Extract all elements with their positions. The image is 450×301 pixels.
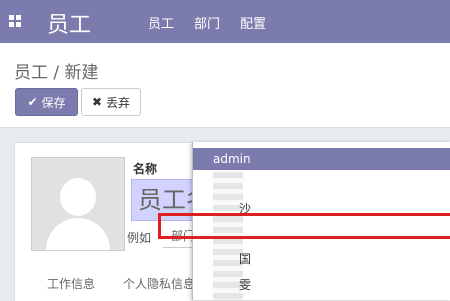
avatar-head-shape: [60, 178, 96, 216]
employee-avatar[interactable]: [31, 157, 125, 251]
menu-configuration[interactable]: 配置: [240, 13, 266, 32]
tab-work-info[interactable]: 工作信息: [47, 275, 95, 292]
discard-label: 丢弃: [106, 95, 131, 110]
tab-private-info[interactable]: 个人隐私信息: [123, 275, 195, 292]
name-label: 名称: [133, 162, 158, 176]
highlight-annotation-box: [158, 213, 450, 239]
save-label: 保存: [41, 95, 66, 110]
save-button[interactable]: ✔ 保存: [15, 88, 78, 116]
apps-grid-icon[interactable]: [9, 15, 21, 27]
breadcrumb: 员工 / 新建: [14, 63, 99, 83]
menu-employees[interactable]: 员工: [148, 13, 174, 32]
dropdown-item[interactable]: 雯: [239, 276, 251, 293]
close-icon: ✖: [91, 95, 103, 109]
app-title: 员工: [47, 13, 92, 38]
control-panel: 员工 / 新建 ✔ 保存 ✖ 丢弃: [0, 43, 450, 128]
dropdown-selected-user[interactable]: admin: [193, 148, 450, 170]
dropdown-item[interactable]: 国: [239, 250, 251, 267]
check-icon: ✔: [27, 95, 38, 109]
top-navbar: 员工 员工 部门 配置: [0, 0, 450, 43]
avatar-body-shape: [46, 218, 110, 250]
example-label: 例如: [125, 229, 154, 246]
menu-departments[interactable]: 部门: [194, 13, 220, 32]
discard-button[interactable]: ✖ 丢弃: [81, 88, 141, 116]
